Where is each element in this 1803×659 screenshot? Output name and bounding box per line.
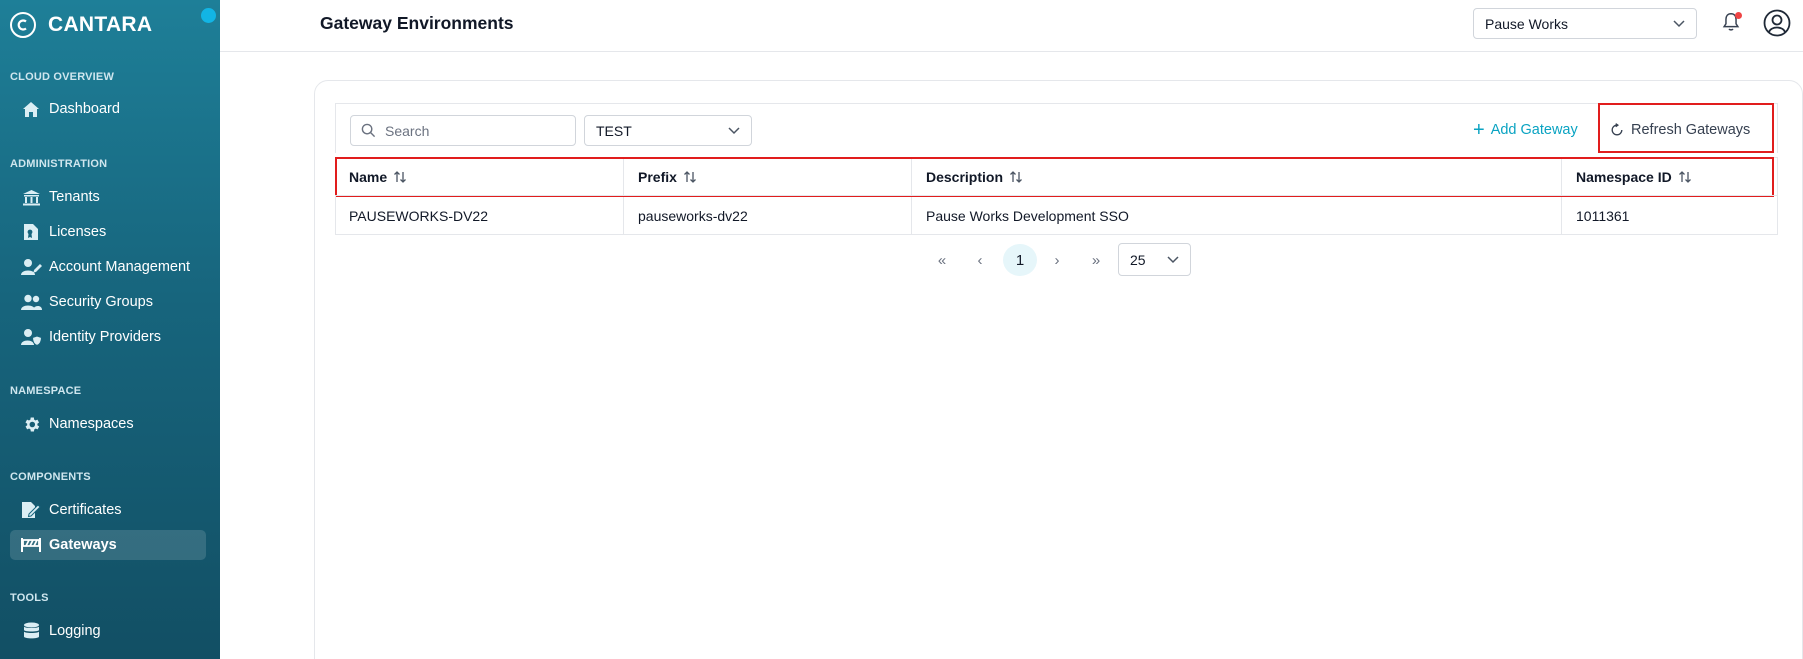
sidebar-item-licenses[interactable]: Licenses [10, 217, 206, 247]
sidebar-item-label: Logging [49, 623, 101, 639]
brand[interactable]: CANTARA [10, 10, 210, 40]
page-size-select[interactable]: 25 [1118, 243, 1191, 276]
license-icon [20, 222, 42, 242]
top-header: Gateway Environments Pause Works [220, 0, 1803, 52]
sort-icon [393, 170, 407, 184]
certificate-icon [20, 500, 42, 520]
previous-page-button[interactable]: ‹ [963, 244, 997, 276]
users-icon [20, 292, 42, 312]
section-namespace: NAMESPACE [10, 385, 82, 397]
status-dot-icon [201, 8, 216, 23]
cantara-logo-icon [10, 12, 36, 38]
column-header-label: Name [349, 169, 388, 185]
home-icon [20, 99, 42, 119]
notifications-button[interactable] [1720, 11, 1744, 35]
section-administration: ADMINISTRATION [10, 158, 108, 170]
avatar-icon [1763, 9, 1791, 37]
sidebar-item-label: Gateways [49, 537, 117, 553]
database-icon [20, 621, 42, 641]
bank-icon [20, 187, 42, 207]
section-cloud-overview: CLOUD OVERVIEW [10, 71, 115, 83]
sidebar-item-logging[interactable]: Logging [10, 616, 206, 646]
refresh-gateways-button[interactable]: Refresh Gateways [1610, 117, 1750, 143]
sidebar-item-identity-providers[interactable]: Identity Providers [10, 322, 206, 352]
section-tools: TOOLS [10, 592, 49, 604]
sidebar: CANTARA CLOUD OVERVIEW Dashboard ADMINIS… [0, 0, 220, 659]
sidebar-item-label: Namespaces [49, 416, 134, 432]
search-box[interactable] [350, 115, 576, 146]
next-page-button[interactable]: › [1040, 244, 1074, 276]
column-header-namespace-id[interactable]: Namespace ID [1562, 159, 1774, 195]
sidebar-item-label: Licenses [49, 224, 107, 240]
chevron-down-icon [727, 123, 741, 140]
sidebar-item-label: Certificates [49, 502, 122, 518]
first-page-button[interactable]: « [925, 244, 959, 276]
sidebar-item-label: Identity Providers [49, 329, 162, 345]
chevron-down-icon [1166, 252, 1180, 269]
sidebar-item-dashboard[interactable]: Dashboard [10, 94, 206, 124]
column-header-prefix[interactable]: Prefix [624, 159, 912, 195]
table-cell-prefix: pauseworks-dv22 [624, 197, 912, 235]
user-edit-icon [20, 257, 42, 277]
notification-badge [1735, 12, 1742, 19]
app-root: CANTARA CLOUD OVERVIEW Dashboard ADMINIS… [0, 0, 1803, 659]
page-title: Gateway Environments [320, 13, 514, 33]
page-1-button[interactable]: 1 [1003, 244, 1037, 276]
sidebar-item-label: Tenants [49, 189, 100, 205]
plus-icon: + [1473, 119, 1485, 141]
sidebar-item-account-management[interactable]: Account Management [10, 252, 206, 282]
sidebar-item-label: Account Management [49, 259, 191, 275]
environment-select-value: TEST [596, 122, 632, 139]
gear-icon [20, 414, 42, 434]
column-header-label: Namespace ID [1576, 169, 1672, 185]
sidebar-item-label: Dashboard [49, 101, 120, 117]
sidebar-item-namespaces[interactable]: Namespaces [10, 409, 206, 439]
sort-icon [1678, 170, 1692, 184]
user-avatar-button[interactable] [1763, 9, 1791, 37]
table-cell-namespace-id: 1011361 [1576, 208, 1630, 224]
add-gateway-label: Add Gateway [1490, 122, 1578, 138]
table-cell-name: PAUSEWORKS-DV22 [335, 197, 624, 235]
last-page-button[interactable]: » [1079, 244, 1113, 276]
refresh-gateways-label: Refresh Gateways [1631, 122, 1751, 138]
page-size-value: 25 [1130, 251, 1146, 268]
column-header-label: Prefix [638, 169, 677, 185]
brand-name: CANTARA [48, 13, 153, 36]
add-gateway-button[interactable]: + Add Gateway [1473, 117, 1578, 143]
search-input[interactable] [385, 122, 565, 139]
environment-select[interactable]: TEST [584, 115, 752, 146]
column-header-name[interactable]: Name [335, 159, 624, 195]
refresh-icon [1610, 123, 1624, 137]
tenant-select[interactable]: Pause Works [1473, 8, 1697, 39]
tenant-select-value: Pause Works [1485, 15, 1568, 32]
sidebar-item-tenants[interactable]: Tenants [10, 182, 206, 212]
search-icon [351, 123, 385, 138]
gateway-icon [20, 535, 42, 555]
sidebar-item-gateways[interactable]: Gateways [10, 530, 206, 560]
sort-icon [683, 170, 697, 184]
chevron-down-icon [1672, 16, 1686, 33]
user-shield-icon [20, 327, 42, 347]
column-header-description[interactable]: Description [912, 159, 1562, 195]
sidebar-item-label: Security Groups [49, 294, 153, 310]
table-cell-description: Pause Works Development SSO [912, 197, 1562, 235]
section-components: COMPONENTS [10, 471, 91, 483]
column-header-label: Description [926, 169, 1004, 185]
sidebar-item-certificates[interactable]: Certificates [10, 495, 206, 525]
sort-icon [1009, 170, 1023, 184]
sidebar-item-security-groups[interactable]: Security Groups [10, 287, 206, 317]
